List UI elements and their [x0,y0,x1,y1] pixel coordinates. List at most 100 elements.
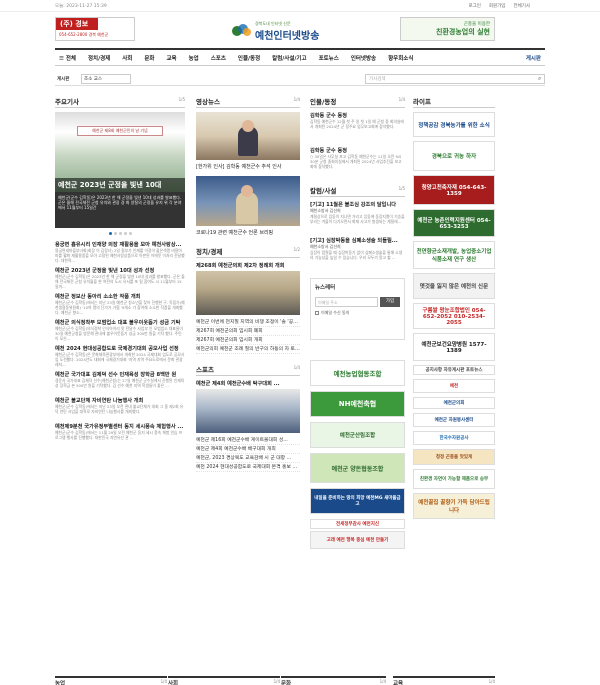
article-title[interactable]: [기고] 심장박동을 심폐소생술 되돌릴... [310,237,405,244]
life-banner[interactable]: 예천 [413,379,495,393]
header-ad-left[interactable]: (주) 경보 054-652-2800 경북 예천군 [55,17,135,41]
article-title[interactable]: 예천군 불교단체 자비연탄 나눔행사 개최 [55,397,185,404]
banner-forestry[interactable]: 예천군산림조합 [310,422,405,448]
nav-education[interactable]: 교육 [160,54,182,62]
life-banner[interactable]: 청양고천축자재 054-643-1359 [413,175,495,205]
article-title[interactable]: 예천군 정보산 동아리 소소한 작품 개최 [55,293,185,300]
list-item[interactable]: 용궁면 흡유시리 인재양 의장 재활용을 모아 예천사랑상... 용궁면새마을부… [55,241,185,263]
bottom-section-agri: 농업 1/4 [55,676,167,685]
life-banner[interactable]: 한국수자원공사 [413,431,495,445]
article-title[interactable]: 예천군 2023년 군정을 빛낸 10대 성과 선정 [55,267,185,274]
video-thumb[interactable] [196,176,300,226]
list-item[interactable]: 예천군, 2023 경상북도 교육감배 시 군 대항 ... [196,454,300,463]
video-caption[interactable]: [한가위 인사] 김학동 예천군수 추석 인사 [196,163,300,170]
consent-checkbox[interactable] [315,311,319,315]
nav-hometown[interactable]: 향우회소식 [382,54,419,62]
search-input[interactable]: 기사검색 [365,74,545,84]
nav-boards[interactable]: 게시판 [526,54,545,62]
list-item[interactable]: 예천군 이번에 천지질 지역의 비쟁 조정이 '솔 '공영... [196,318,300,327]
signup-link[interactable]: 회원가입 [489,3,506,9]
life-banner[interactable]: 친환경 자연이 가능할 제품으로 승부 [413,469,495,489]
list-item[interactable]: 예천군의회 예천군 조례 질의 반구의 하동의 자 토론... [196,345,300,354]
banner-electric[interactable]: 전세정부감사 예천지신 [310,519,405,529]
list-item[interactable]: 김학동 군수 동정 김학동 예천군수 12월 첫 주 일 첫 1일 예 군청 중… [310,112,405,144]
nav-politics[interactable]: 정치/경제 [82,54,116,62]
list-item[interactable]: 예천군 불교단체 자비연탄 나눔행사 개최 예천군(군수 김학동)에서는 지난 … [55,397,185,419]
life-banner[interactable]: 경북으로 귀농 하자 [413,141,495,171]
video-thumb[interactable] [196,112,300,160]
life-banner[interactable]: 옛것을 잃지 않은 예천의 신문 [413,273,495,299]
newsletter-email-input[interactable]: 이메일 주소 [315,297,378,307]
list-item[interactable]: 제267회 예천군의회 임시회 개회 [196,336,300,345]
article-title[interactable]: 예천제9분천 국가유정부별센터 동지 세시풍속 체험행사 ... [55,423,185,430]
article-title[interactable]: 용궁면 흡유시리 인재양 의장 재활용을 모아 예천사랑상... [55,241,185,248]
list-item[interactable]: 김학동 군수 동정 ○ 30일은 사무실 포고 김학동 예천군수는 11일 오전… [310,147,405,179]
life-banner[interactable]: 구름쌀 왕눈조합법인 054-652-2052 010-2534-2055 [413,303,495,329]
article-title[interactable]: 예천군 국가대표 김제덕 선수 인재육성 장학금 8백만 원 [55,371,185,378]
list-item[interactable]: 예천군 국가대표 김제덕 선수 인재육성 장학금 8백만 원 경운사 국가대표 … [55,371,185,393]
nav-all[interactable]: ☰ 전체 [55,54,82,62]
life-banner[interactable]: 정책공감 경북농가를 위한 소식 [413,112,495,137]
feature-photo[interactable] [196,389,300,433]
banner-pig-coop[interactable]: 예천군 양돈협동조합 [310,453,405,483]
search-placeholder: 기사검색 [369,77,386,82]
nav-sports[interactable]: 스포츠 [205,54,232,62]
list-item[interactable]: 예천 2024 현대성공합도로 국제대회 본격 홍보 시작 [196,463,300,472]
list-item[interactable]: 예천군 2023년 군정을 빛낸 10대 성과 선정 예천군(군수 김학동)은 … [55,267,185,289]
nav-society[interactable]: 사회 [116,54,138,62]
life-banner[interactable]: 예천꿀집 꿀향기 가득 담아드립니다 [413,493,495,519]
board-label: 게시판 [57,77,70,82]
list-item[interactable]: [기고] 11월은 불조심 강조의 달입니다 예천소방서 김선희 계절상으로 입… [310,201,405,234]
list-item[interactable]: 예천 2024 현대성공합도로 국제경기대회 공모사업 선정 예천군(군수 김학… [55,345,185,367]
slide-photo[interactable]: 예천군 제8회 예천군민의 날 기념 예천군 2023년 군정을 빛낸 10대 [55,112,185,192]
banner-happy-yecheon[interactable]: 고래 예천 행복 중심 예천 만들기 [310,531,405,549]
feature-title[interactable]: 제268회 예천군의회 제2차 정례회 개회 [196,262,300,269]
site-logo[interactable]: 경북도내 인터넷 신문 예천인터넷방송 [232,20,319,42]
article-title[interactable]: 예천군 의식정착부 모범업소 대표 불우이웃돕기 성금 기탁 [55,319,185,326]
article-title[interactable]: 예천 2024 현대성공합도로 국제경기대회 공모사업 선정 [55,345,185,352]
nav-culture[interactable]: 문화 [138,54,160,62]
life-banner[interactable]: 예천군의회 [413,397,495,409]
slide-banner-label: 예천군 제8회 예천군민의 날 기념 [77,126,163,136]
list-item[interactable]: 예천군 정보산 동아리 소소한 작품 개최 예천군(군수 김학동)에서는 지난 … [55,293,185,315]
slide-dots[interactable] [55,232,185,235]
list-item[interactable]: 예천군 의식정착부 모범업소 대표 불우이웃돕기 성금 기탁 예천군(군수 김학… [55,319,185,341]
article-summary: 김학동 예천군수 12월 첫 주 일 첫 1일 예 군청 중 회의실에서 개최된… [310,119,404,129]
ad-right-title: 곤충을 이용한 [463,22,490,27]
login-link[interactable]: 로그인 [468,3,480,9]
article-title[interactable]: 김학동 군수 동정 [310,112,405,119]
slide-caption: 예천군 2023년 군정을 빛낸 10대 [55,178,185,192]
logo-name: 예천인터넷방송 [255,30,320,42]
feature-photo[interactable] [196,271,300,315]
list-item[interactable]: 예천제9분천 국가유정부별센터 동지 세시풍속 체험행사 ... 예천군(군수 … [55,423,185,445]
banner-nh-agri[interactable]: 예천농업협동조합 [310,360,405,386]
nav-broadcast[interactable]: 인터넷방송 [345,54,382,62]
nav-photo[interactable]: 포토뉴스 [313,54,345,62]
life-banner[interactable]: 예천군보건요양병원 1577-1389 [413,333,495,361]
sponsor-banners: 예천농업협동조합 NH예천축협 예천군산림조합 예천군 양돈협동조합 내일을 준… [310,360,405,549]
life-banner[interactable]: 예천군 농촌인력지원센터 054-653-3253 [413,209,495,237]
all-articles-link[interactable]: 전체기사 [513,3,530,9]
search-icon[interactable]: ⌕ [538,75,541,83]
life-banner[interactable]: 공지사항 자유게시판 포토뉴스 [413,365,495,375]
nav-agriculture[interactable]: 농업 [183,54,205,62]
life-banner[interactable]: 천연향균소재개발, 농업중소기업 식품소재 연구 생산 [413,241,495,269]
banner-mg-bank[interactable]: 내일을 준비하는 땅의 희망 예천MG 새마을금고 [310,488,405,514]
list-item[interactable]: 제267회 예천군의회 임시회 폐회 [196,327,300,336]
article-title[interactable]: 김학동 군수 동정 [310,147,405,154]
list-item[interactable]: 예천군 제4회 예천군수배 배구대회 개최 [196,445,300,454]
list-item[interactable]: [기고] 심장박동을 심폐소생술 되돌릴... 예천소방서 김선희 심장이 멈췄… [310,237,405,270]
banner-nh-livestock[interactable]: NH예천축협 [310,391,405,417]
nav-people[interactable]: 인물/동정 [232,54,266,62]
board-select[interactable]: 조소 교스 [81,74,131,84]
page-indicator: 1/2 [293,247,300,252]
life-banner[interactable]: 예천군 자원봉사센터 [413,413,495,427]
article-title[interactable]: [기고] 11월은 불조심 강조의 달입니다 [310,201,405,208]
list-item[interactable]: 예천군 제16회 예천군수배 게이트볼대회 성... [196,436,300,445]
video-caption[interactable]: 코로나19 관련 예천군수 언론 브리핑 [196,229,300,236]
header-ad-right[interactable]: 곤충을 이용한 친환경농업의 실현 [400,17,495,41]
newsletter-subscribe-button[interactable]: 가입 [380,297,400,307]
feature-title[interactable]: 예천군 제4회 예천군수배 탁구대회 ... [196,380,300,387]
life-banner[interactable]: 청정 곤충을 맛있게 [413,449,495,465]
nav-column[interactable]: 칼럼/사설/기고 [266,54,312,62]
